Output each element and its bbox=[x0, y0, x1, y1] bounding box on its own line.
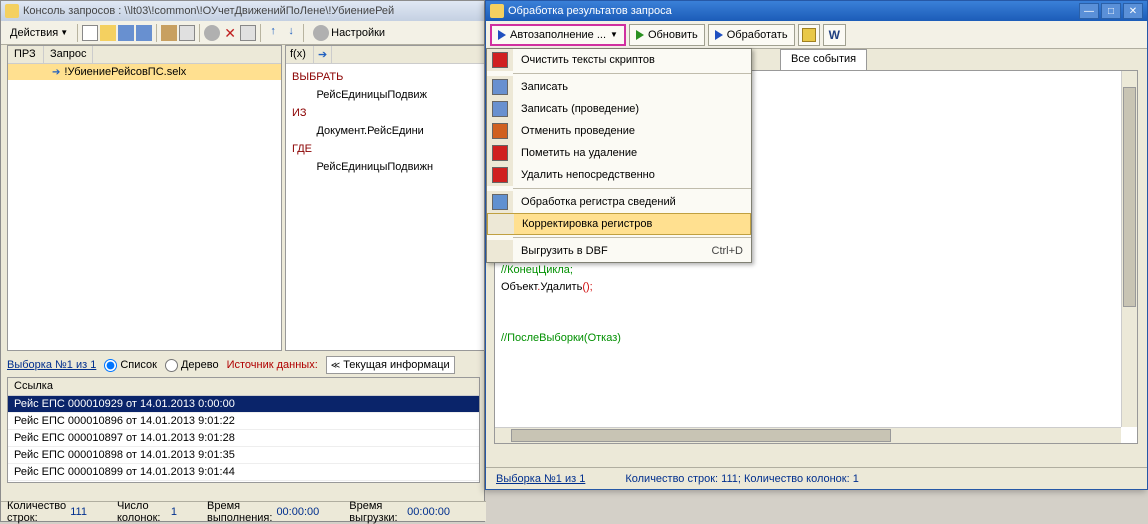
grid-header: Ссылка bbox=[8, 378, 479, 396]
selection-link[interactable]: Выборка №1 из 1 bbox=[7, 359, 96, 371]
menu-item-label: Очистить тексты скриптов bbox=[513, 54, 751, 66]
selection-row: Выборка №1 из 1 Список Дерево Источник д… bbox=[7, 355, 478, 375]
save-post-icon bbox=[487, 98, 513, 120]
query-tree-panel: ПРЗ Запрос ➔ !УбиениеРейсовПС.selx bbox=[7, 45, 282, 351]
form-icon[interactable] bbox=[161, 25, 177, 41]
gear-icon[interactable] bbox=[204, 25, 220, 41]
radio-tree[interactable]: Дерево bbox=[165, 359, 219, 372]
menu-item[interactable]: Обработка регистра сведений bbox=[487, 191, 751, 213]
menu-separator bbox=[513, 237, 751, 238]
reg-icon bbox=[487, 191, 513, 213]
cross-icon[interactable]: ✕ bbox=[222, 25, 238, 41]
app-icon bbox=[490, 4, 504, 18]
app-icon bbox=[5, 4, 19, 18]
copy-icon[interactable] bbox=[240, 25, 256, 41]
menu-item-label: Обработка регистра сведений bbox=[513, 196, 751, 208]
source-combo[interactable]: ≪Текущая информаци bbox=[326, 356, 455, 374]
fg-title: Обработка результатов запроса bbox=[508, 5, 672, 17]
menu-item[interactable]: Корректировка регистров bbox=[487, 213, 751, 235]
settings-button[interactable]: Настройки bbox=[308, 22, 390, 44]
menu-item[interactable]: Выгрузить в DBFCtrl+D bbox=[487, 240, 751, 262]
autofill-menu: Очистить тексты скриптов Записать Записать… bbox=[486, 48, 752, 263]
tree-item[interactable]: ➔ !УбиениеРейсовПС.selx bbox=[8, 64, 281, 80]
open-icon[interactable] bbox=[100, 25, 116, 41]
menu-separator bbox=[513, 188, 751, 189]
save-icon bbox=[487, 76, 513, 98]
tab-all-events[interactable]: Все события bbox=[780, 49, 867, 71]
process-button[interactable]: Обработать bbox=[708, 24, 795, 46]
menu-item[interactable]: Записать (проведение) bbox=[487, 98, 751, 120]
mark-del-icon bbox=[487, 142, 513, 164]
del-direct-icon bbox=[487, 164, 513, 186]
fx-header: f(x) bbox=[286, 46, 314, 63]
save-icon bbox=[802, 28, 816, 42]
arrow-down-icon[interactable]: ↓ bbox=[283, 25, 299, 41]
new-icon[interactable] bbox=[82, 25, 98, 41]
bg-statusbar: Количество строк:111 Число колонок:1 Вре… bbox=[1, 501, 486, 521]
play-icon bbox=[636, 30, 644, 40]
bg-titlebar: Консоль запросов : \\lt03\!common\!ОУчет… bbox=[1, 1, 484, 21]
col-prz: ПРЗ bbox=[8, 46, 44, 63]
arrow-right-icon: ➔ bbox=[314, 46, 332, 63]
col-query: Запрос bbox=[44, 46, 93, 63]
scrollbar-vertical[interactable] bbox=[1121, 71, 1137, 427]
menu-item-label: Выгрузить в DBF bbox=[513, 245, 704, 257]
w-icon: W bbox=[829, 28, 840, 42]
fg-titlebar[interactable]: Обработка результатов запроса — □ ✕ bbox=[486, 1, 1147, 21]
table-row[interactable]: Рейс ЕПС 000010929 от 14.01.2013 0:00:00 bbox=[8, 396, 479, 413]
tab-row: Все события bbox=[780, 49, 867, 71]
results-grid: Ссылка Рейс ЕПС 000010929 от 14.01.2013 … bbox=[7, 377, 480, 483]
fg-toolbar: Автозаполнение ... ▼ Обновить Обработать… bbox=[486, 21, 1147, 49]
menu-item-label: Корректировка регистров bbox=[514, 218, 750, 230]
close-button[interactable]: ✕ bbox=[1123, 3, 1143, 19]
bg-toolbar: Действия ▼ ✕ ↑ ↓ Настройки bbox=[1, 21, 484, 45]
undo-post-icon bbox=[487, 120, 513, 142]
menu-item-label: Записать bbox=[513, 81, 751, 93]
menu-item-label: Пометить на удаление bbox=[513, 147, 751, 159]
actions-button[interactable]: Действия ▼ bbox=[5, 24, 73, 42]
menu-item[interactable]: Отменить проведение bbox=[487, 120, 751, 142]
arrow-right-icon: ➔ bbox=[52, 67, 60, 78]
arrow-right-icon bbox=[715, 30, 723, 40]
table-row[interactable]: Рейс ЕПС 000010900 от 14.01.2013 9:01:50 bbox=[8, 481, 479, 483]
menu-item-label: Записать (проведение) bbox=[513, 103, 751, 115]
clear-icon bbox=[487, 49, 513, 71]
menu-item[interactable]: Записать bbox=[487, 76, 751, 98]
save-script-button[interactable] bbox=[798, 24, 820, 46]
minimize-button[interactable]: — bbox=[1079, 3, 1099, 19]
arrow-up-icon[interactable]: ↑ bbox=[265, 25, 281, 41]
tree-item-label: !УбиениеРейсовПС.selx bbox=[64, 66, 186, 78]
maximize-button[interactable]: □ bbox=[1101, 3, 1121, 19]
menu-item-label: Удалить непосредственно bbox=[513, 169, 751, 181]
table-row[interactable]: Рейс ЕПС 000010897 от 14.01.2013 9:01:28 bbox=[8, 430, 479, 447]
scrollbar-horizontal[interactable] bbox=[495, 427, 1121, 443]
blank-icon bbox=[487, 240, 513, 262]
menu-item[interactable]: Удалить непосредственно bbox=[487, 164, 751, 186]
list-icon[interactable] bbox=[179, 25, 195, 41]
fg-selection-link[interactable]: Выборка №1 из 1 bbox=[496, 473, 585, 485]
table-row[interactable]: Рейс ЕПС 000010896 от 14.01.2013 9:01:22 bbox=[8, 413, 479, 430]
saveas-icon[interactable] bbox=[136, 25, 152, 41]
menu-separator bbox=[513, 73, 751, 74]
table-row[interactable]: Рейс ЕПС 000010899 от 14.01.2013 9:01:44 bbox=[8, 464, 479, 481]
refresh-button[interactable]: Обновить bbox=[629, 24, 705, 46]
radio-list[interactable]: Список bbox=[104, 359, 157, 372]
console-window: Консоль запросов : \\lt03\!common\!ОУчет… bbox=[0, 0, 485, 522]
menu-item[interactable]: Пометить на удаление bbox=[487, 142, 751, 164]
menu-item[interactable]: Очистить тексты скриптов bbox=[487, 49, 751, 71]
save-icon[interactable] bbox=[118, 25, 134, 41]
menu-item-label: Отменить проведение bbox=[513, 125, 751, 137]
bg-title: Консоль запросов : \\lt03\!common\!ОУчет… bbox=[23, 5, 394, 17]
blank-icon bbox=[488, 214, 514, 234]
fg-statusbar: Выборка №1 из 1 Количество строк: 111; К… bbox=[486, 467, 1147, 489]
source-label: Источник данных: bbox=[227, 359, 318, 371]
query-text-panel: f(x) ➔ ВЫБРАТЬ РейсЕдиницыПодвиж ИЗ Доку… bbox=[285, 45, 485, 351]
menu-shortcut: Ctrl+D bbox=[704, 245, 751, 257]
w-button[interactable]: W bbox=[823, 24, 846, 46]
query-text[interactable]: ВЫБРАТЬ РейсЕдиницыПодвиж ИЗ Документ.Ре… bbox=[286, 64, 484, 180]
table-row[interactable]: Рейс ЕПС 000010898 от 14.01.2013 9:01:35 bbox=[8, 447, 479, 464]
arrow-right-icon bbox=[498, 30, 506, 40]
fg-status-info: Количество строк: 111; Количество колоно… bbox=[625, 473, 859, 485]
autofill-button[interactable]: Автозаполнение ... ▼ bbox=[490, 24, 626, 46]
